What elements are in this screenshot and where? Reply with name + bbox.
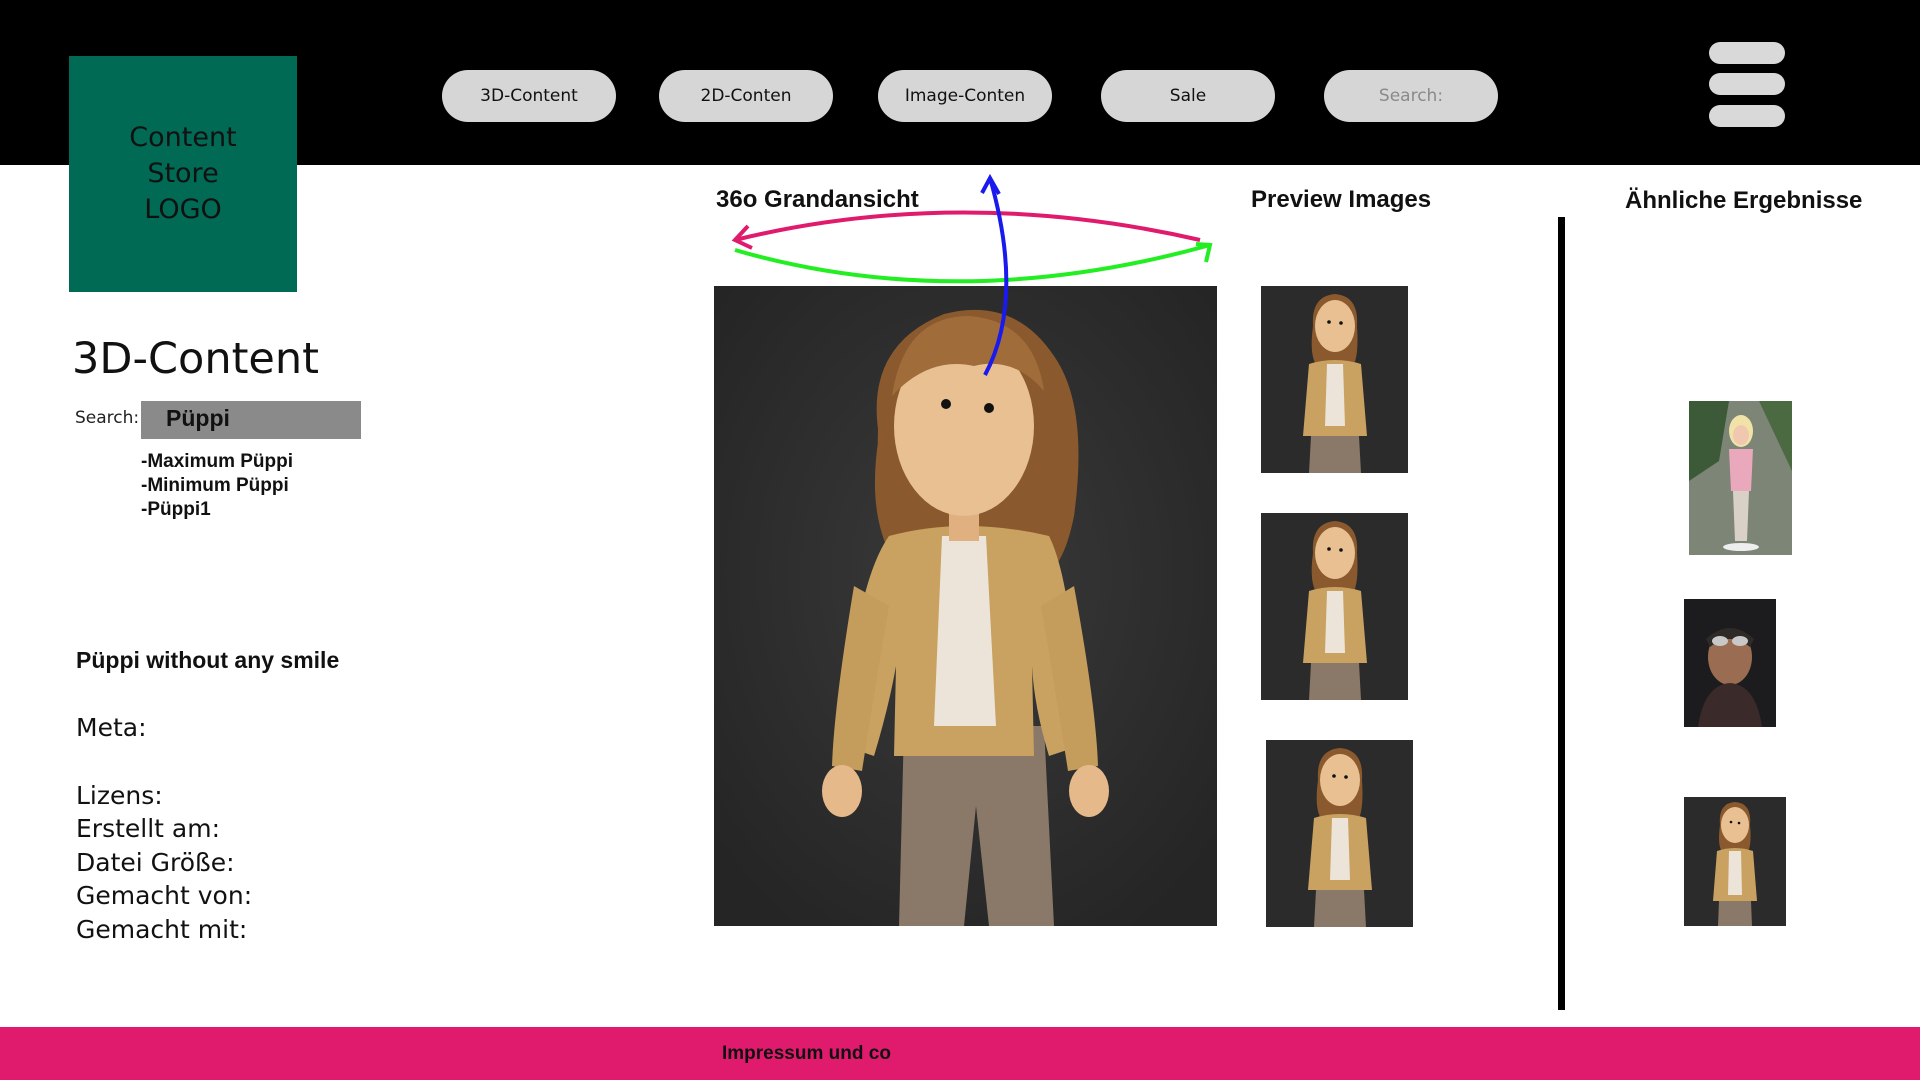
meta-license: Lizens:	[76, 781, 163, 810]
preview-images-title: Preview Images	[1251, 186, 1432, 213]
logo-text-line-1: Content	[129, 122, 237, 153]
nav-sale-button[interactable]: Sale	[1101, 70, 1275, 122]
360-viewer[interactable]	[714, 286, 1217, 926]
doll-thumbnail-image	[1303, 521, 1367, 700]
similar-results-title: Ähnliche Ergebnisse	[1625, 187, 1863, 214]
similar-result-thumbnail[interactable]	[1684, 599, 1776, 727]
column-divider	[1558, 217, 1565, 1010]
preview-thumbnail[interactable]	[1266, 740, 1413, 927]
logo-text-line-2: Store	[147, 158, 219, 189]
doll-thumbnail-image	[1308, 748, 1372, 927]
section-title: 3D-Content	[72, 334, 319, 384]
content-store-logo[interactable]: Content Store LOGO	[69, 56, 297, 292]
hamburger-bar	[1709, 73, 1785, 95]
footer-impressum-link[interactable]: Impressum und co	[722, 1043, 891, 1065]
nav-search-input[interactable]: Search:	[1324, 70, 1498, 122]
logo-text-line-3: LOGO	[144, 194, 222, 225]
doll-thumbnail-image	[1303, 294, 1367, 473]
fashion-doll-photo	[1689, 401, 1792, 555]
hamburger-bar	[1709, 42, 1785, 64]
nav-2d-content-button[interactable]: 2D-Conten	[659, 70, 833, 122]
meta-created: Erstellt am:	[76, 814, 221, 843]
footer: Impressum und co	[0, 1027, 1920, 1080]
sidebar-search-input[interactable]: Püppi	[141, 401, 361, 439]
search-label: Search:	[75, 408, 140, 428]
search-suggestion[interactable]: -Minimum Püppi	[141, 475, 289, 497]
meta-made-with: Gemacht mit:	[76, 915, 248, 944]
meta-file-size: Datei Größe:	[76, 848, 235, 877]
preview-thumbnail[interactable]	[1261, 286, 1408, 473]
meta-made-by: Gemacht von:	[76, 881, 253, 910]
search-suggestion[interactable]: -Maximum Püppi	[141, 451, 293, 473]
similar-result-thumbnail[interactable]	[1684, 797, 1786, 926]
search-suggestion[interactable]: -Püppi1	[141, 499, 211, 521]
preview-thumbnail[interactable]	[1261, 513, 1408, 700]
nav-3d-content-button[interactable]: 3D-Content	[442, 70, 616, 122]
hamburger-bar	[1709, 105, 1785, 127]
aviator-portrait-photo	[1684, 599, 1776, 727]
item-title: Püppi without any smile	[76, 647, 340, 673]
meta-label: Meta:	[76, 713, 147, 742]
doll-figure-image	[714, 286, 1217, 926]
doll-thumbnail-image	[1713, 802, 1757, 926]
search-value: Püppi	[166, 405, 230, 431]
nav-image-content-button[interactable]: Image-Conten	[878, 70, 1052, 122]
similar-result-thumbnail[interactable]	[1689, 401, 1792, 555]
viewer-title: 36o Grandansicht	[716, 186, 919, 213]
rotate-horizontal-arrow-icon[interactable]	[731, 210, 1213, 284]
